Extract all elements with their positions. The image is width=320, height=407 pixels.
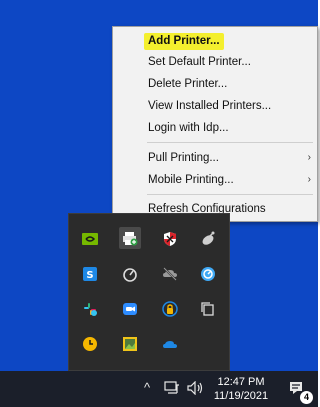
cloud-icon[interactable] [159,333,181,355]
printer-add-icon[interactable] [119,227,141,249]
sync-circle-icon[interactable] [197,263,219,285]
security-lock-icon[interactable] [159,298,181,320]
clock-date: 11/19/2021 [213,390,269,402]
menu-item-delete-printer[interactable]: Delete Printer... [113,74,317,94]
menu-item-view-installed-printers[interactable]: View Installed Printers... [113,96,317,116]
image-app-icon[interactable] [119,333,141,355]
menu-item-set-default-printer[interactable]: Set Default Printer... [113,52,317,72]
clock-time: 12:47 PM [217,376,265,388]
notification-count-badge: 4 [300,391,313,404]
zoom-icon[interactable] [119,298,141,320]
highlighted-label: Add Printer... [144,33,224,50]
svg-text:S: S [86,270,93,281]
submenu-arrow-icon: › [307,174,311,185]
slack-icon[interactable] [79,298,101,320]
taskbar: ^ 12:47 PM 11/19/2021 4 [0,371,318,407]
nvidia-icon[interactable] [79,228,101,250]
system-clock[interactable]: 12:47 PM 11/19/2021 [210,375,272,403]
tray-overflow-flyout: S [68,213,230,371]
menu-item-add-printer[interactable]: Add Printer... [113,31,317,51]
s-app-icon[interactable]: S [79,263,101,285]
gauge-icon[interactable] [119,263,141,285]
menu-separator [147,142,313,143]
printer-context-menu: Add Printer... Set Default Printer... De… [112,26,318,222]
menu-item-label: View Installed Printers... [148,100,272,112]
network-icon[interactable] [164,381,180,398]
menu-item-pull-printing[interactable]: Pull Printing... › [113,148,317,168]
satellite-icon[interactable] [197,228,219,250]
menu-item-mobile-printing[interactable]: Mobile Printing... › [113,170,317,190]
show-hidden-icons-chevron-icon[interactable]: ^ [144,380,150,395]
copy-icon[interactable] [197,298,219,320]
muted-cloud-icon[interactable] [159,263,181,285]
submenu-arrow-icon: › [307,152,311,163]
menu-item-label: Login with Idp... [148,122,229,134]
clock-app-icon[interactable] [79,333,101,355]
shield-x-icon[interactable] [159,228,181,250]
menu-item-label: Set Default Printer... [148,56,251,68]
menu-item-label: Delete Printer... [148,78,228,90]
menu-item-label: Pull Printing... [148,152,219,164]
volume-icon[interactable] [187,380,205,398]
menu-item-label: Mobile Printing... [148,174,234,186]
menu-separator [147,194,313,195]
menu-item-login-with-idp[interactable]: Login with Idp... [113,118,317,138]
